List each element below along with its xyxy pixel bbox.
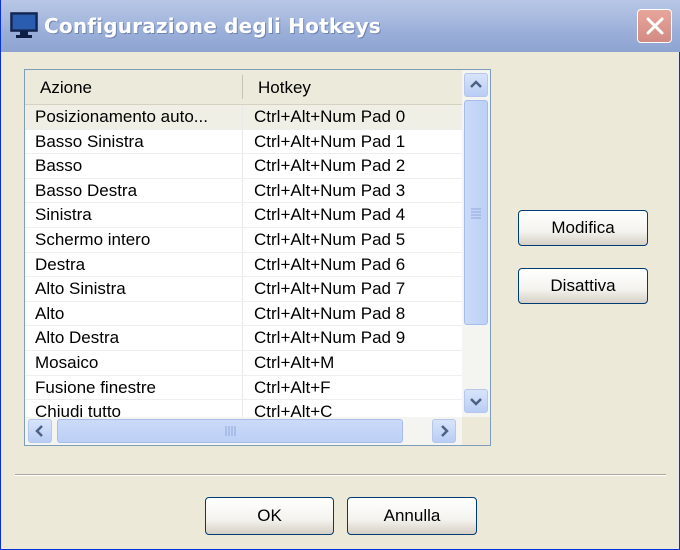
close-icon [646,17,664,35]
hotkey-cell: Ctrl+Alt+M [254,352,335,372]
separator [15,474,666,476]
action-cell: Basso Destra [35,180,138,200]
action-cell: Schermo intero [35,229,151,249]
hotkey-cell: Ctrl+Alt+F [254,377,331,397]
table-row[interactable]: Fusione finestre Ctrl+Alt+F [25,375,465,401]
hotkey-cell: Ctrl+Alt+Num Pad 5 [254,229,406,249]
scroll-down-button[interactable] [464,389,488,413]
list-rows: Posizionamento auto... Ctrl+Alt+Num Pad 0… [25,105,465,425]
chevron-right-icon [441,425,449,437]
hotkey-cell: Ctrl+Alt+Num Pad 2 [254,156,406,176]
modify-button[interactable]: Modifica [518,210,648,246]
grip-icon [471,208,481,219]
hotkey-cell: Ctrl+Alt+Num Pad 6 [254,254,406,274]
action-cell: Basso Sinistra [35,131,144,151]
hotkey-cell: Ctrl+Alt+Num Pad 3 [254,180,406,200]
action-cell: Alto [35,303,65,323]
cancel-button[interactable]: Annulla [347,497,477,535]
action-cell: Destra [35,254,86,274]
cell-divider [242,203,243,227]
horizontal-scroll-thumb[interactable] [57,419,403,443]
title-bar[interactable]: Configurazione degli Hotkeys [1,0,680,52]
table-row[interactable]: Alto Sinistra Ctrl+Alt+Num Pad 7 [25,277,465,302]
disable-button[interactable]: Disattiva [518,268,648,304]
table-row[interactable]: Schermo intero Ctrl+Alt+Num Pad 5 [25,227,465,253]
cell-divider [242,301,243,326]
cell-divider [242,227,243,252]
horizontal-scrollbar[interactable] [25,417,462,445]
cell-divider [242,129,243,154]
cell-divider [242,154,243,178]
hotkey-cell: Ctrl+Alt+Num Pad 8 [254,303,406,323]
scroll-left-button[interactable] [28,419,52,443]
monitor-icon [10,12,38,38]
action-cell: Sinistra [35,205,92,225]
hotkey-cell: Ctrl+Alt+Num Pad 1 [254,131,406,151]
action-cell: Alto Destra [35,328,120,348]
chevron-left-icon [35,425,43,437]
scroll-right-button[interactable] [432,419,456,443]
cell-divider [242,178,243,203]
table-row[interactable]: Alto Destra Ctrl+Alt+Num Pad 9 [25,326,465,351]
table-row[interactable]: Sinistra Ctrl+Alt+Num Pad 4 [25,203,465,228]
cell-divider [242,252,243,277]
cell-divider [242,326,243,350]
cell-divider [242,375,243,400]
vertical-scrollbar[interactable] [462,70,490,419]
action-cell: Mosaico [35,352,99,372]
close-button[interactable] [637,9,672,43]
list-header: Azione Hotkey [25,70,465,105]
hotkey-cell: Ctrl+Alt+Num Pad 4 [254,205,406,225]
action-cell: Posizionamento auto... [35,107,208,126]
grip-icon [225,426,236,436]
table-row[interactable]: Destra Ctrl+Alt+Num Pad 6 [25,252,465,278]
vertical-scroll-thumb[interactable] [464,100,488,325]
hotkey-cell: Ctrl+Alt+Num Pad 0 [254,107,406,126]
hotkey-list[interactable]: Azione Hotkey Posizionamento auto... Ctrl… [24,69,491,446]
scroll-up-button[interactable] [464,73,488,97]
hotkey-config-dialog: Configurazione degli Hotkeys Azione Hotk… [0,0,680,550]
column-header-action[interactable]: Azione [40,78,92,98]
hotkey-cell: Ctrl+Alt+Num Pad 7 [254,279,406,299]
chevron-down-icon [470,398,482,406]
action-cell: Fusione finestre [35,377,156,397]
cell-divider [242,277,243,301]
chevron-up-icon [470,80,482,88]
table-row[interactable]: Mosaico Ctrl+Alt+M [25,350,465,376]
column-header-hotkey[interactable]: Hotkey [258,78,311,98]
scrollbar-corner [462,417,490,445]
table-row[interactable]: Alto Ctrl+Alt+Num Pad 8 [25,301,465,327]
table-row[interactable]: Basso Ctrl+Alt+Num Pad 2 [25,154,465,179]
table-row[interactable]: Basso Destra Ctrl+Alt+Num Pad 3 [25,178,465,204]
table-row[interactable]: Posizionamento auto... Ctrl+Alt+Num Pad 0 [25,105,465,130]
cell-divider [242,350,243,375]
hotkey-cell: Ctrl+Alt+Num Pad 9 [254,328,406,348]
window-title: Configurazione degli Hotkeys [44,14,381,38]
ok-button[interactable]: OK [205,497,334,535]
action-cell: Basso [35,156,83,176]
action-cell: Alto Sinistra [35,279,126,299]
column-divider[interactable] [242,75,243,99]
table-row[interactable]: Basso Sinistra Ctrl+Alt+Num Pad 1 [25,129,465,155]
cell-divider [242,105,243,129]
